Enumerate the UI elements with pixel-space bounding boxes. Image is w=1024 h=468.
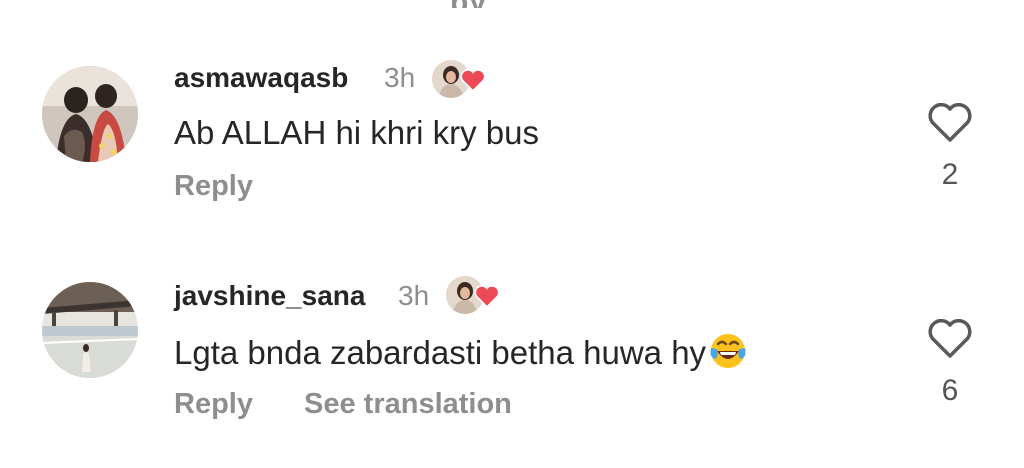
heart-icon (474, 285, 500, 308)
face-with-tears-of-joy-icon (710, 334, 746, 369)
comment-item: javshine_sana 3h Lgta bnda zabardasti be… (0, 220, 1024, 420)
like-count: 6 (941, 374, 959, 407)
avatar[interactable] (42, 66, 138, 162)
comment-text: Lgta bnda zabardasti betha huwa hy (174, 334, 748, 375)
reply-button[interactable]: Reply (174, 170, 253, 203)
comment-username[interactable]: javshine_sana (174, 280, 365, 312)
reply-button[interactable]: Reply (174, 388, 253, 421)
heart-icon (460, 69, 486, 92)
comment-username[interactable]: asmawaqasb (174, 62, 348, 94)
comment-text-body: Lgta bnda zabardasti betha huwa hy (174, 334, 707, 371)
liked-by-author-badge (432, 60, 486, 100)
comment-item: asmawaqasb 3h Ab ALLAH hi khri kry bus R… (0, 0, 1024, 202)
comment-time: 3h (398, 280, 430, 311)
comment-text: Ab ALLAH hi khri kry bus (174, 114, 539, 151)
avatar[interactable] (42, 282, 138, 378)
like-heart-icon[interactable] (926, 316, 974, 360)
see-translation-button[interactable]: See translation (304, 388, 512, 421)
like-heart-icon[interactable] (926, 100, 974, 144)
like-count: 2 (941, 158, 959, 191)
comment-time: 3h (384, 62, 416, 93)
liked-by-author-badge (446, 276, 500, 316)
